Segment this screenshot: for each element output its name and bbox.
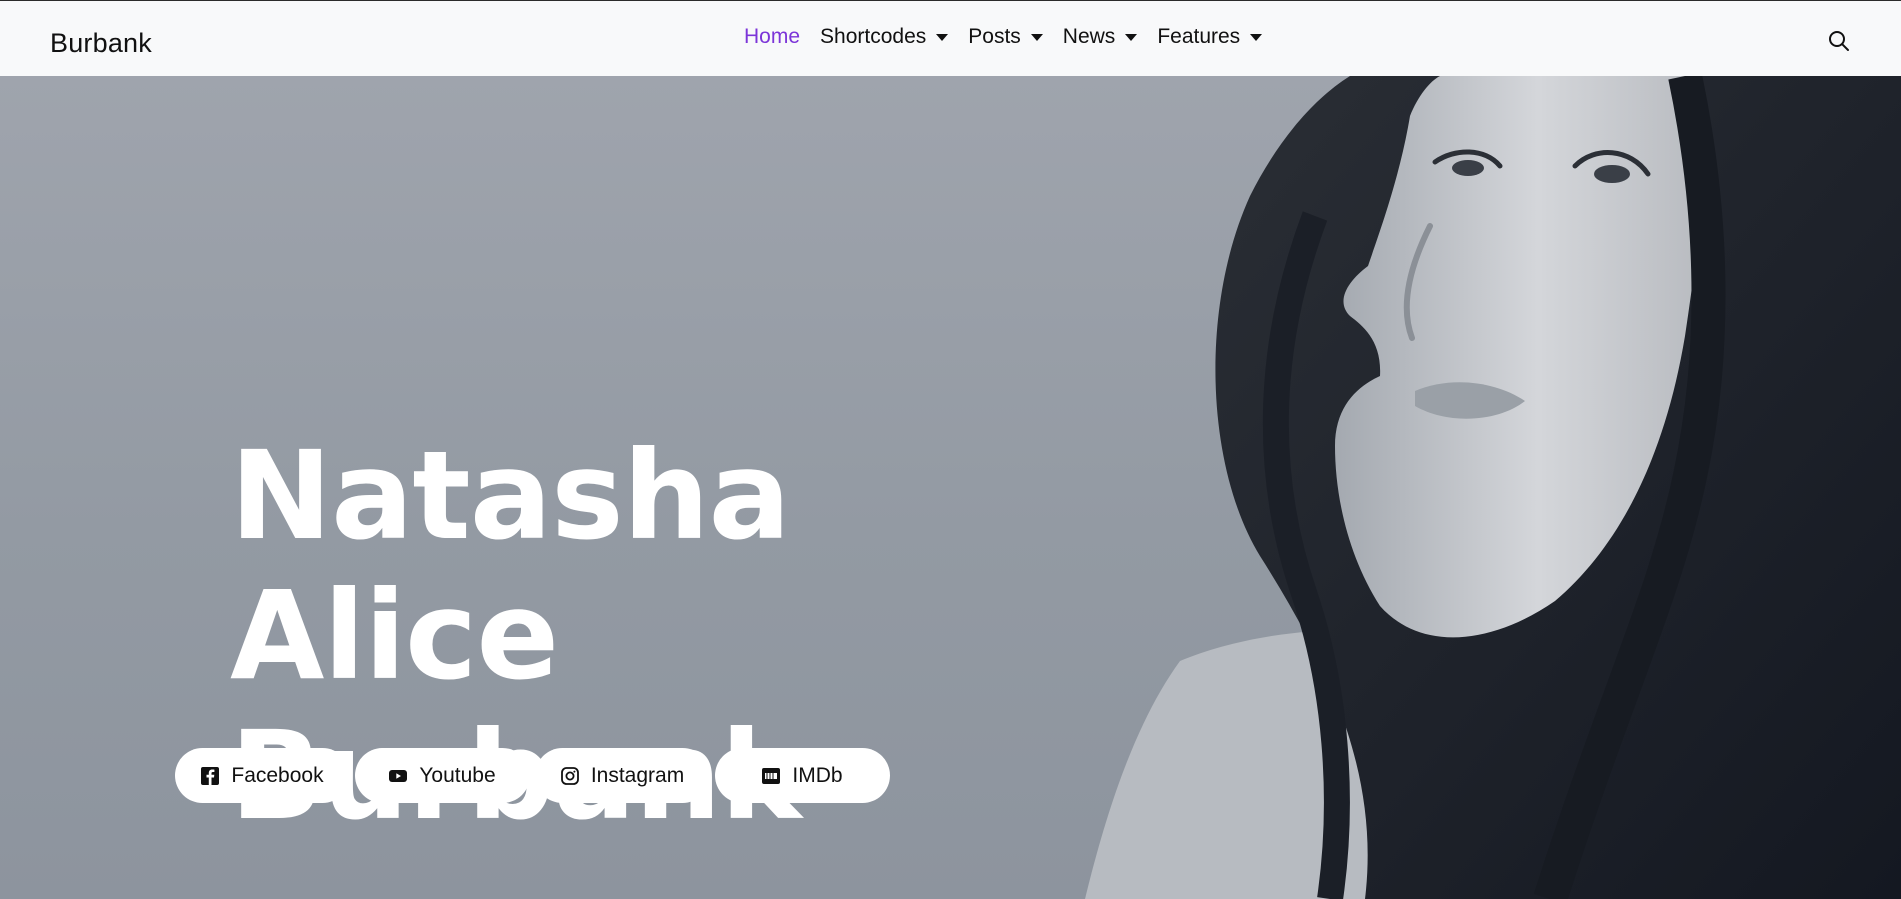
social-links: Facebook Youtube Instagram IMDb <box>175 748 895 803</box>
nav-item-label: Home <box>744 25 801 48</box>
search-button[interactable] <box>1827 29 1851 53</box>
brand-logo[interactable]: Burbank <box>50 28 152 59</box>
nav-item-shortcodes[interactable]: Shortcodes <box>820 25 949 49</box>
youtube-button[interactable]: Youtube <box>355 748 530 803</box>
nav-item-label: Features <box>1157 25 1241 48</box>
youtube-icon <box>389 769 408 782</box>
instagram-icon <box>560 766 579 785</box>
caret-down-icon <box>1030 33 1043 41</box>
instagram-button[interactable]: Instagram <box>535 748 710 803</box>
caret-down-icon <box>1250 33 1263 41</box>
instagram-label: Instagram <box>590 763 685 787</box>
youtube-label: Youtube <box>419 763 496 787</box>
caret-down-icon <box>936 33 949 41</box>
nav-item-posts[interactable]: Posts <box>968 25 1043 49</box>
imdb-button[interactable]: IMDb <box>715 748 890 803</box>
hero-section: Natasha Alice Burbank Facebook Youtube I… <box>0 76 1901 899</box>
facebook-icon <box>201 766 220 785</box>
nav-item-label: News <box>1062 25 1116 48</box>
nav-item-news[interactable]: News <box>1063 25 1138 49</box>
hero-portrait-image <box>1085 76 1901 899</box>
nav-item-home[interactable]: Home <box>744 25 800 49</box>
main-menu: Home Shortcodes Posts News Features <box>744 25 1282 49</box>
caret-down-icon <box>1125 33 1138 41</box>
facebook-label: Facebook <box>231 763 324 787</box>
hero-title-line-1: Natasha Alice <box>230 425 791 707</box>
imdb-label: IMDb <box>792 763 843 787</box>
facebook-button[interactable]: Facebook <box>175 748 350 803</box>
nav-item-features[interactable]: Features <box>1157 25 1263 49</box>
nav-item-label: Shortcodes <box>820 25 927 48</box>
search-icon <box>1829 31 1849 51</box>
imdb-icon <box>762 767 781 784</box>
nav-item-label: Posts <box>968 25 1021 48</box>
navbar: Burbank Home Shortcodes Posts News Featu… <box>0 0 1901 76</box>
